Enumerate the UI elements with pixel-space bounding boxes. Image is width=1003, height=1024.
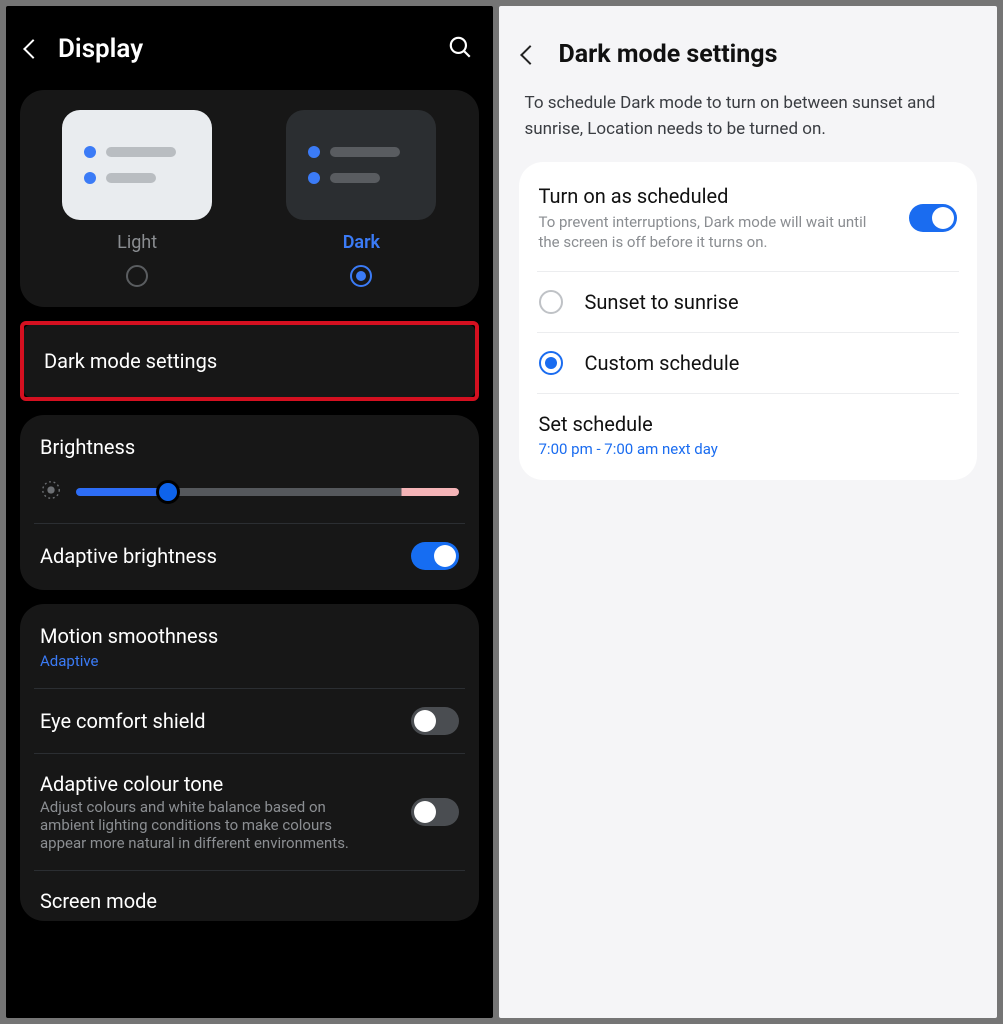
sunset-option-radio[interactable] — [539, 290, 563, 314]
adaptive-colour-label: Adaptive colour tone — [40, 772, 366, 796]
set-schedule-row[interactable]: Set schedule 7:00 pm - 7:00 am next day — [539, 394, 958, 476]
search-icon[interactable] — [447, 34, 473, 64]
brightness-icon — [40, 479, 62, 505]
dark-mode-settings-highlight: Dark mode settings — [20, 321, 479, 401]
display-extra-section: Motion smoothness Adaptive Eye comfort s… — [20, 604, 479, 921]
back-icon[interactable] — [520, 45, 540, 65]
dark-mode-settings-label: Dark mode settings — [44, 349, 455, 373]
theme-light-radio[interactable] — [126, 265, 148, 287]
eye-comfort-row[interactable]: Eye comfort shield — [40, 707, 459, 735]
theme-option-dark[interactable]: Dark — [264, 110, 458, 287]
adaptive-colour-toggle[interactable] — [411, 798, 459, 826]
theme-light-label: Light — [117, 232, 157, 253]
adaptive-colour-row[interactable]: Adaptive colour tone Adjust colours and … — [40, 772, 459, 852]
motion-smoothness-row[interactable]: Motion smoothness Adaptive — [40, 624, 459, 670]
turn-on-scheduled-desc: To prevent interruptions, Dark mode will… — [539, 212, 888, 253]
custom-option-radio[interactable] — [539, 351, 563, 375]
page-description: To schedule Dark mode to turn on between… — [519, 87, 978, 162]
custom-option-label: Custom schedule — [585, 351, 740, 375]
brightness-section: Brightness Adaptive brightness — [20, 415, 479, 590]
dark-preview-icon — [286, 110, 436, 220]
turn-on-scheduled-row[interactable]: Turn on as scheduled To prevent interrup… — [539, 166, 958, 271]
motion-smoothness-value: Adaptive — [40, 652, 218, 670]
light-preview-icon — [62, 110, 212, 220]
eye-comfort-label: Eye comfort shield — [40, 709, 206, 733]
brightness-slider-thumb[interactable] — [156, 480, 180, 504]
theme-option-light[interactable]: Light — [40, 110, 234, 287]
theme-dark-radio[interactable] — [350, 265, 372, 287]
sunset-option-label: Sunset to sunrise — [585, 290, 739, 314]
motion-smoothness-label: Motion smoothness — [40, 624, 218, 648]
adaptive-colour-desc: Adjust colours and white balance based o… — [40, 798, 366, 852]
adaptive-brightness-row[interactable]: Adaptive brightness — [40, 542, 459, 570]
sunset-option-row[interactable]: Sunset to sunrise — [539, 272, 958, 332]
turn-on-scheduled-toggle[interactable] — [909, 204, 957, 232]
adaptive-brightness-toggle[interactable] — [411, 542, 459, 570]
brightness-slider[interactable] — [76, 488, 459, 496]
set-schedule-value: 7:00 pm - 7:00 am next day — [539, 440, 958, 458]
back-icon[interactable] — [23, 39, 43, 59]
dark-mode-settings-row[interactable]: Dark mode settings — [24, 325, 475, 397]
dark-mode-settings-pane: Dark mode settings To schedule Dark mode… — [499, 6, 998, 1018]
page-title: Display — [58, 34, 429, 64]
set-schedule-label: Set schedule — [539, 412, 958, 436]
brightness-title: Brightness — [40, 435, 459, 459]
theme-section: Light Dark — [20, 90, 479, 307]
turn-on-scheduled-label: Turn on as scheduled — [539, 184, 888, 208]
page-title: Dark mode settings — [559, 40, 778, 69]
header: Dark mode settings — [519, 22, 978, 87]
display-settings-pane: Display Light Dark — [6, 6, 493, 1018]
custom-option-row[interactable]: Custom schedule — [539, 333, 958, 393]
adaptive-brightness-label: Adaptive brightness — [40, 544, 217, 568]
screen-mode-row[interactable]: Screen mode — [40, 889, 459, 913]
screen-mode-label: Screen mode — [40, 889, 157, 913]
schedule-card: Turn on as scheduled To prevent interrup… — [519, 162, 978, 480]
header: Display — [20, 20, 479, 90]
theme-dark-label: Dark — [343, 232, 380, 253]
eye-comfort-toggle[interactable] — [411, 707, 459, 735]
